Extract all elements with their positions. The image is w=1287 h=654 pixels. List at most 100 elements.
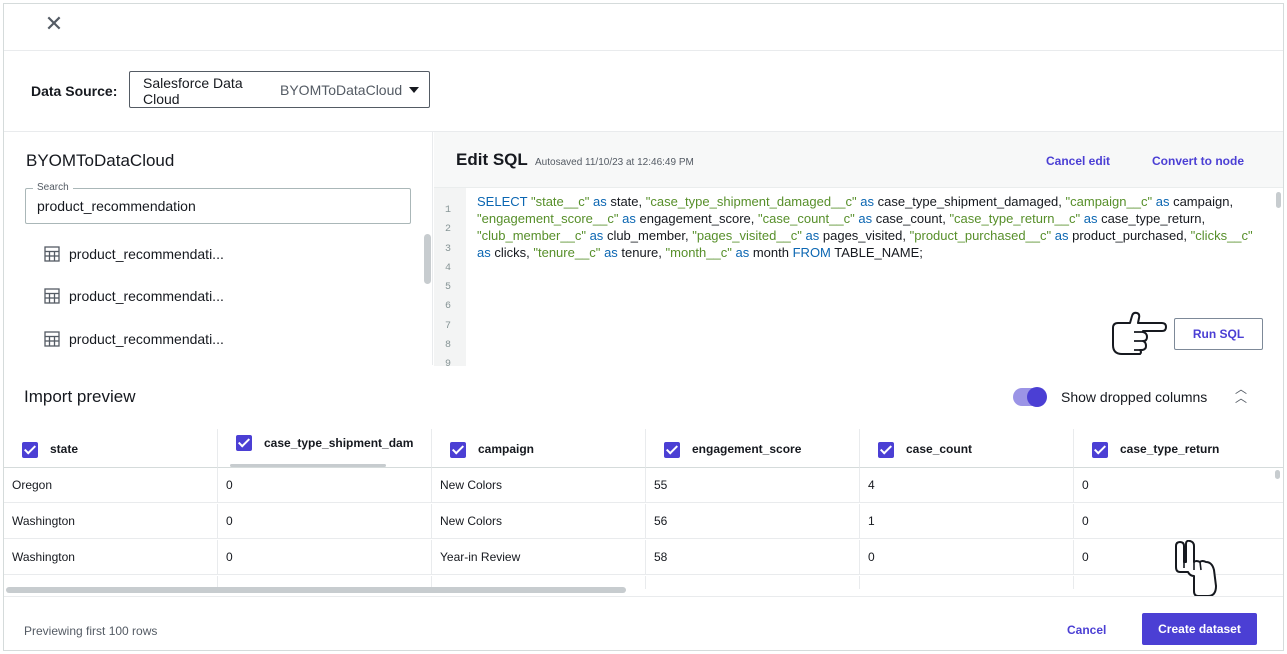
- cancel-edit-button[interactable]: Cancel edit: [1046, 154, 1110, 168]
- line-number: 2: [444, 224, 451, 235]
- table-cell: 0: [218, 468, 432, 503]
- column-header[interactable]: case_type_shipment_dam: [218, 429, 432, 468]
- sql-keyword: as: [1155, 194, 1170, 209]
- line-number: 5: [444, 282, 451, 293]
- show-dropped-columns-toggle[interactable]: [1013, 387, 1047, 407]
- modal-header: ✕: [4, 4, 1283, 51]
- sql-alias: month: [752, 245, 789, 260]
- sql-source-field: "tenure__c": [533, 245, 601, 260]
- table-cell: 55: [646, 468, 860, 503]
- sql-keyword: as: [735, 245, 750, 260]
- table-cell: 58: [646, 540, 860, 575]
- sql-alias: club_member,: [606, 228, 689, 243]
- sql-alias: campaign,: [1173, 194, 1234, 209]
- data-source-select[interactable]: Salesforce Data Cloud BYOMToDataCloud: [129, 71, 430, 108]
- table-cell: 0: [218, 540, 432, 575]
- table-browser: BYOMToDataCloud Search product_recommend…: [4, 132, 433, 365]
- data-source-value: BYOMToDataCloud: [280, 82, 403, 98]
- table-horizontal-scrollbar[interactable]: [6, 587, 626, 593]
- table-icon: [44, 288, 60, 304]
- sql-alias: case_count,: [875, 211, 946, 226]
- table-cell: Washington: [4, 504, 218, 539]
- line-number: 7: [444, 321, 451, 332]
- sql-alias: case_type_shipment_damaged,: [877, 194, 1062, 209]
- column-resize-bar[interactable]: [230, 464, 386, 467]
- sql-code-editor[interactable]: 1 2 3 4 5 6 7 8 9 SELECT "state__c" as s…: [434, 187, 1283, 370]
- convert-to-node-button[interactable]: Convert to node: [1152, 154, 1244, 168]
- database-title: BYOMToDataCloud: [26, 151, 175, 170]
- column-checkbox[interactable]: [236, 435, 252, 451]
- sql-keyword: as: [592, 194, 607, 209]
- table-icon: [44, 331, 60, 347]
- column-checkbox[interactable]: [664, 442, 680, 458]
- sql-keyword: as: [622, 211, 636, 226]
- search-input[interactable]: [37, 198, 397, 214]
- sql-table-name: TABLE_NAME;: [834, 245, 923, 260]
- table-cell: Washington: [4, 540, 218, 575]
- line-number: 9: [444, 359, 451, 370]
- editor-scrollbar[interactable]: [1276, 192, 1281, 208]
- sql-keyword: as: [477, 245, 491, 260]
- column-header[interactable]: case_count: [860, 429, 1074, 468]
- table-cell: Year-in Review: [432, 540, 646, 575]
- search-field[interactable]: [25, 188, 411, 224]
- line-number: 1: [444, 205, 451, 216]
- column-header-label: case_type_shipment_dam: [264, 436, 414, 450]
- line-number: 4: [444, 263, 451, 274]
- search-legend: Search: [33, 182, 73, 193]
- sql-source-field: "clicks__c": [1190, 228, 1253, 243]
- table-cell: 0: [218, 504, 432, 539]
- table-cell: New Colors: [432, 504, 646, 539]
- sql-source-field: "state__c": [530, 194, 590, 209]
- column-header-label: campaign: [478, 442, 535, 456]
- collapse-chevron-up-icon[interactable]: ︿ ︿: [1233, 383, 1249, 407]
- column-checkbox[interactable]: [1092, 442, 1108, 458]
- sql-editor-panel: Edit SQL Autosaved 11/10/23 at 12:46:49 …: [434, 132, 1283, 370]
- table-icon: [44, 246, 60, 262]
- column-header[interactable]: engagement_score: [646, 429, 860, 468]
- table-cell: [646, 576, 860, 589]
- table-cell: 4: [860, 468, 1074, 503]
- create-dataset-button[interactable]: Create dataset: [1142, 613, 1257, 645]
- run-sql-button[interactable]: Run SQL: [1174, 318, 1263, 350]
- column-header[interactable]: campaign: [432, 429, 646, 468]
- close-icon[interactable]: ✕: [42, 12, 66, 36]
- data-source-label: Data Source:: [31, 83, 118, 99]
- column-checkbox[interactable]: [450, 442, 466, 458]
- column-checkbox[interactable]: [22, 442, 38, 458]
- table-list-item[interactable]: product_recommendati...: [44, 242, 224, 266]
- sql-keyword: as: [604, 245, 618, 260]
- sql-alias: clicks,: [494, 245, 530, 260]
- table-name: product_recommendati...: [69, 288, 224, 304]
- line-number: 8: [444, 340, 451, 351]
- table-cell: 0: [1082, 514, 1089, 528]
- column-header[interactable]: state: [4, 429, 218, 468]
- line-number-gutter: 1 2 3 4 5 6 7 8 9: [434, 188, 466, 370]
- table-row: Washington 0 Year-in Review 58 0 0: [4, 540, 1283, 575]
- sql-keyword: as: [858, 211, 873, 226]
- data-source-type: Salesforce Data Cloud: [143, 75, 243, 107]
- sql-source-field: "case_type_return__c": [949, 211, 1081, 226]
- cancel-button[interactable]: Cancel: [1067, 623, 1106, 637]
- sql-alias: engagement_score,: [639, 211, 755, 226]
- column-checkbox[interactable]: [878, 442, 894, 458]
- table-vertical-scrollbar[interactable]: [1275, 470, 1280, 479]
- pointing-hand-icon: [1175, 540, 1217, 597]
- column-header[interactable]: case_type_return: [1074, 429, 1283, 468]
- table-cell: 1: [860, 504, 1074, 539]
- line-number: 3: [444, 244, 451, 255]
- sql-query-text: SELECT "state__c" as state, "case_type_s…: [477, 193, 1257, 261]
- sql-keyword: FROM: [792, 245, 831, 260]
- table-cell: Oregon: [4, 468, 218, 503]
- table-list-scrollbar[interactable]: [424, 234, 431, 284]
- sql-keyword: as: [1083, 211, 1098, 226]
- table-name: product_recommendati...: [69, 331, 224, 347]
- table-name: product_recommendati...: [69, 246, 224, 262]
- column-header-label: engagement_score: [692, 442, 802, 456]
- autosave-status: Autosaved 11/10/23 at 12:46:49 PM: [535, 157, 694, 168]
- table-cell: [860, 576, 1074, 589]
- table-list-item[interactable]: product_recommendati...: [44, 284, 224, 308]
- sql-source-field: "case_type_shipment_damaged__c": [645, 194, 857, 209]
- sql-keyword: SELECT: [477, 194, 528, 209]
- table-list-item[interactable]: product_recommendati...: [44, 327, 224, 351]
